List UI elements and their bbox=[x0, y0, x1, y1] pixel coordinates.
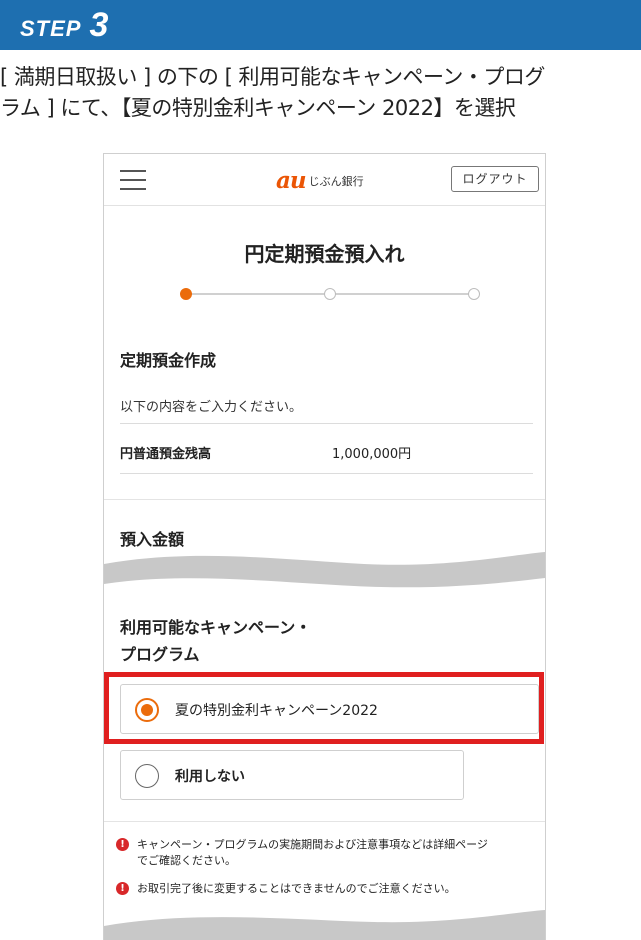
menu-icon[interactable] bbox=[120, 168, 146, 192]
note-line: でご確認ください。 bbox=[137, 854, 236, 867]
campaign-title: 利用可能なキャンペーン・ プログラム bbox=[120, 614, 311, 668]
campaign-option-none[interactable]: 利用しない bbox=[120, 750, 464, 800]
instruction-line-2: ラム ] にて、【夏の特別金利キャンペーン 2022】を選択 bbox=[0, 96, 516, 120]
section-title: 定期預金作成 bbox=[120, 351, 217, 370]
input-instruction: 以下の内容をご入力ください。 bbox=[120, 400, 303, 415]
progress-step-3 bbox=[468, 288, 480, 300]
campaign-option-label: 利用しない bbox=[175, 769, 245, 785]
step-word: STEP bbox=[20, 16, 82, 41]
logo-text: じぶん銀行 bbox=[308, 175, 364, 188]
section-divider bbox=[104, 499, 545, 500]
note-no-change: ! お取引完了後に変更することはできませんのでご注意ください。 bbox=[116, 881, 544, 899]
step-number: 3 bbox=[89, 6, 109, 44]
note-campaign-details: ! キャンペーン・プログラムの実施期間および注意事項などは詳細ページ でご確認く… bbox=[116, 837, 544, 871]
page-title: 円定期預金預入れ bbox=[244, 242, 405, 266]
bank-logo: au じぶん銀行 bbox=[276, 167, 364, 194]
warning-icon: ! bbox=[116, 882, 129, 895]
progress-step-1 bbox=[180, 288, 192, 300]
radio-unselected-icon[interactable] bbox=[135, 764, 159, 788]
omission-wave bbox=[104, 552, 545, 588]
deposit-amount-title: 預入金額 bbox=[120, 530, 185, 549]
balance-value: 1,000,000円 bbox=[332, 447, 412, 462]
highlight-box bbox=[104, 672, 544, 744]
step-banner: STEP 3 bbox=[0, 0, 641, 50]
section-divider bbox=[104, 821, 545, 822]
progress-step-2 bbox=[324, 288, 336, 300]
divider bbox=[120, 423, 533, 424]
note-line: お取引完了後に変更することはできませんのでご注意ください。 bbox=[137, 882, 456, 895]
step-label: STEP 3 bbox=[20, 6, 108, 45]
warning-icon: ! bbox=[116, 838, 129, 851]
progress-stepper bbox=[180, 287, 480, 301]
note-line: キャンペーン・プログラムの実施期間および注意事項などは詳細ページ bbox=[137, 838, 488, 851]
logout-button[interactable]: ログアウト bbox=[451, 166, 539, 192]
phone-screen: au じぶん銀行 ログアウト 円定期預金預入れ 定期預金作成 以下の内容をご入力く… bbox=[103, 153, 546, 940]
logo-mark: au bbox=[276, 167, 307, 194]
instruction-line-1: [ 満期日取扱い ] の下の [ 利用可能なキャンペーン・プログ bbox=[0, 65, 545, 89]
campaign-title-line-2: プログラム bbox=[120, 645, 200, 664]
omission-wave-bottom bbox=[104, 910, 545, 940]
divider bbox=[120, 473, 533, 474]
campaign-title-line-1: 利用可能なキャンペーン・ bbox=[120, 618, 312, 637]
balance-label: 円普通預金残高 bbox=[120, 447, 212, 462]
instruction-text: [ 満期日取扱い ] の下の [ 利用可能なキャンペーン・プログ ラム ] にて… bbox=[0, 62, 641, 124]
app-header: au じぶん銀行 ログアウト bbox=[104, 154, 545, 206]
